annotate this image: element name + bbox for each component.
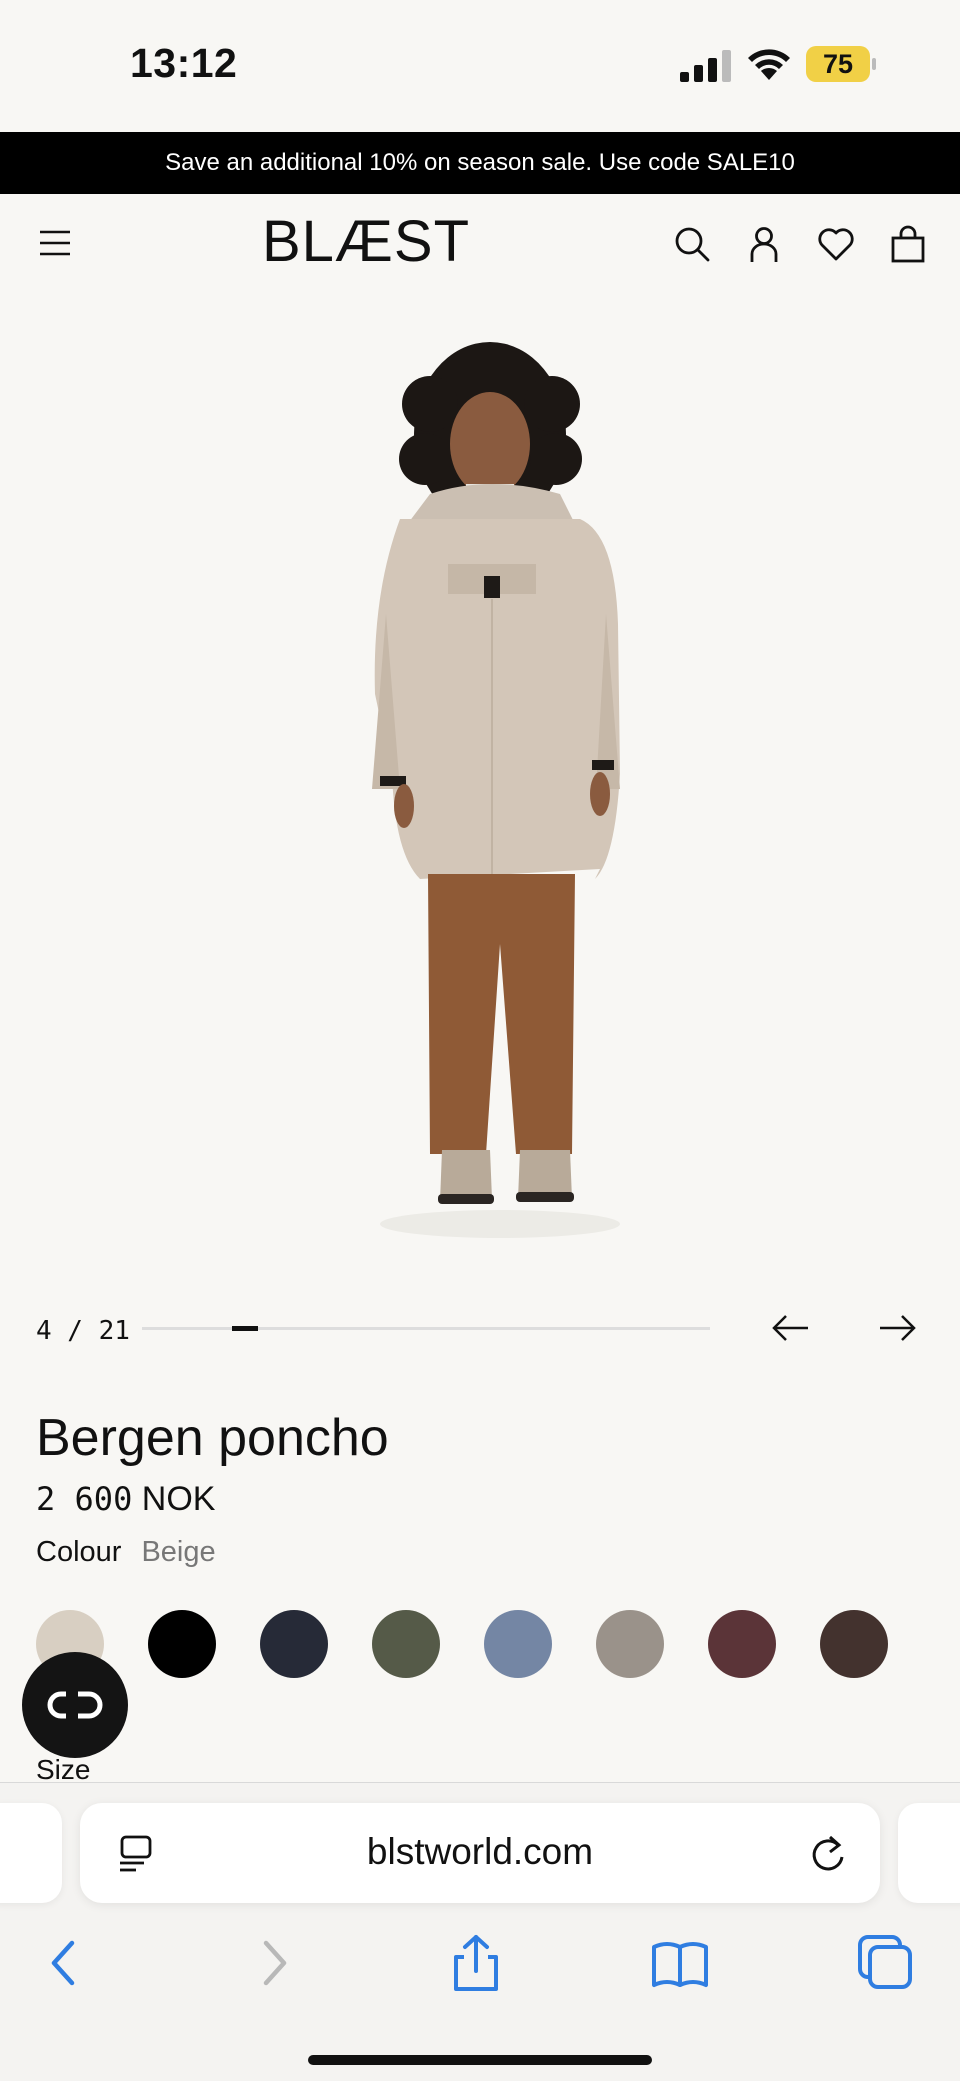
model-wearing-poncho-illustration [372,342,620,1238]
account-icon[interactable] [744,224,784,264]
carousel-progress-track[interactable] [142,1326,710,1331]
share-icon[interactable] [446,1933,506,1993]
brand-logo[interactable]: BLÆST [256,208,476,275]
swatch-blue[interactable] [484,1610,552,1678]
address-bar[interactable]: blstworld.com [80,1803,880,1903]
product-price: 2 600 NOK [36,1480,215,1519]
home-indicator [308,2055,652,2065]
battery-icon: 75 [806,46,876,82]
bookmarks-icon[interactable] [650,1933,710,1993]
site-header: BLÆST [0,194,960,294]
wifi-icon [748,49,790,80]
previous-tab-peek[interactable] [0,1803,62,1903]
shopping-bag-icon[interactable] [888,224,928,264]
status-time: 13:12 [130,40,238,86]
promo-text: Save an additional 10% on season sale. U… [165,149,795,176]
browser-toolbar: blstworld.com [0,1782,960,2081]
swatch-brown[interactable] [820,1610,888,1678]
forward-icon[interactable] [244,1933,304,1993]
colour-label: Colour [36,1536,122,1568]
reload-icon[interactable] [808,1831,848,1875]
swatch-burgundy[interactable] [708,1610,776,1678]
wishlist-heart-icon[interactable] [816,224,856,264]
price-amount: 2 600 [36,1480,133,1518]
swatch-black[interactable] [148,1610,216,1678]
arrow-right-icon[interactable] [876,1308,920,1348]
chat-link-icon [47,1690,103,1720]
battery-level: 75 [806,46,870,82]
product-title: Bergen poncho [36,1409,389,1467]
cellular-signal-icon [680,50,731,82]
colour-value: Beige [141,1536,216,1568]
hamburger-menu-icon[interactable] [36,224,74,262]
product-image[interactable] [0,294,960,1284]
colour-row: Colour Beige [36,1536,216,1569]
swatch-olive[interactable] [372,1610,440,1678]
carousel-progress-indicator [232,1326,258,1331]
image-counter: 4 / 21 [36,1316,130,1346]
back-icon[interactable] [34,1933,94,1993]
image-carousel-controls: 4 / 21 [0,1290,960,1370]
search-icon[interactable] [672,224,712,264]
swatch-navy[interactable] [260,1610,328,1678]
chat-button[interactable] [22,1652,128,1758]
promo-banner[interactable]: Save an additional 10% on season sale. U… [0,132,960,194]
next-tab-peek[interactable] [898,1803,960,1903]
url-text: blstworld.com [366,1831,594,1872]
arrow-left-icon[interactable] [768,1308,812,1348]
price-currency: NOK [141,1480,216,1518]
status-bar: 13:12 75 [0,0,960,132]
swatch-grey[interactable] [596,1610,664,1678]
tabs-icon[interactable] [856,1933,916,1993]
